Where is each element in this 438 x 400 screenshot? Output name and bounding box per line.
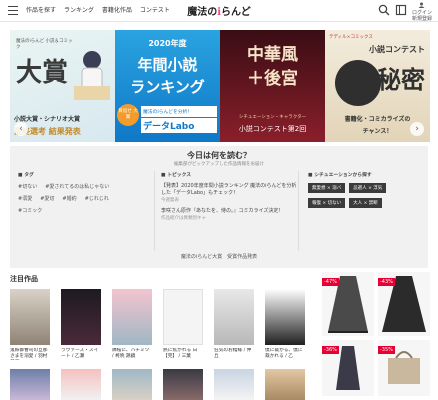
banner-award-illustration	[74, 51, 110, 100]
register-label: 新規登録	[411, 16, 432, 22]
tag-link[interactable]: #婚約	[62, 195, 76, 202]
work-cover	[10, 289, 50, 345]
tag-link[interactable]: #切ない	[18, 183, 37, 190]
banner-chinese-sub: ＋後宮	[247, 69, 298, 89]
login-link[interactable]: ログイン 新規登録	[412, 2, 432, 22]
work-cover	[10, 369, 50, 400]
work-card[interactable]: 熱に焦がれる 日【完】 / 三葉	[163, 289, 203, 360]
discount-badge: -47%	[322, 278, 339, 286]
work-card[interactable]	[265, 369, 305, 400]
work-cover	[214, 369, 254, 400]
work-title: 熱に焦がれる 日【完】 / 三葉	[163, 348, 198, 359]
work-title: 僕に裁かる、僕に裁かれる / 乙	[265, 348, 303, 359]
work-cover	[265, 369, 305, 400]
work-title: ラヴァーズ・スイート / 乙瀬	[61, 348, 99, 359]
situations-column: ■ シチュエーションから探す 無愛想 × 溺バ 忌避人 × 浮気 報復 × 切ない…	[304, 171, 424, 251]
topic-date: 作品紹介は異類別キャ	[161, 216, 206, 221]
ad-item[interactable]: -43%	[378, 272, 430, 336]
work-card[interactable]: 鬼嫁御曹司の旦那さまを溺愛 / 羽村美海	[10, 289, 50, 360]
tag-link[interactable]: #愛されてるのは私じゃない	[45, 183, 109, 190]
carousel-next-button[interactable]: ›	[410, 122, 424, 136]
featured-works-grid: 鬼嫁御曹司の旦那さまを溺愛 / 羽村美海 ラヴァーズ・スイート / 乙瀬 隣桜に…	[10, 289, 310, 400]
site-logo[interactable]: 魔法のiらんど	[0, 3, 438, 18]
tag-link[interactable]: #コミック	[18, 207, 42, 214]
banner-ranking-badge: 目指せ 大賞	[117, 104, 139, 126]
topic-text: 【発表】2020年度年間小説ランキング 魔法のiらんどを分析した「データLabo…	[161, 183, 297, 196]
work-card[interactable]	[214, 369, 254, 400]
work-cover	[265, 289, 305, 345]
banner-chinese-line2: シチュエーション・キャラクター	[238, 115, 307, 120]
bookshelf-icon[interactable]	[395, 4, 407, 16]
banner-chinese-title: 中華風	[247, 45, 298, 65]
tag-link[interactable]: #愛切	[40, 195, 54, 202]
work-card[interactable]	[163, 369, 203, 400]
banner-annual-ranking[interactable]: 2020年度 年間小説 ランキング 目指せ 大賞 魔法のiらんどを分析！ データ…	[115, 30, 220, 142]
banner-award-top: 魔法のiらんど 小説＆コミック	[16, 39, 73, 50]
situation-chip[interactable]: 忌避人 × 浮気	[349, 183, 387, 193]
situation-chip[interactable]: 無愛想 × 溺バ	[308, 183, 346, 193]
work-title: 狂気のお稽様 / 仲丘	[214, 348, 252, 359]
topic-item[interactable]: 【発表】2020年度年間小説ランキング 魔法のiらんどを分析した「データLabo…	[161, 183, 298, 204]
today-title: 今日は何を読む？	[187, 151, 251, 160]
tag-link[interactable]: #溺愛	[18, 195, 32, 202]
banner-carousel: 魔法のiらんど 小説＆コミック 大賞 小説大賞・シナリオ大賞 最終選考 結果発表…	[0, 30, 438, 142]
work-cover	[61, 289, 101, 345]
work-cover	[112, 369, 152, 400]
ad-item[interactable]: -47%	[322, 272, 374, 336]
banner-chinese-line3: 小説コンテスト第2回	[238, 125, 307, 133]
today-panel: 今日は何を読む？ 編集部がピックアップした作品情報をお届け ■ タグ #切ない #…	[10, 146, 428, 268]
work-cover	[61, 369, 101, 400]
tags-heading: ■ タグ	[18, 173, 34, 178]
logo-text-tail: らんど	[221, 7, 251, 18]
carousel-prev-button[interactable]: ‹	[14, 122, 28, 136]
work-card[interactable]: 隣桜に、ハチミツ / 柊暁 鶏鏡	[112, 289, 152, 360]
banner-secret-title: 秘密	[377, 65, 425, 94]
work-cover	[163, 369, 203, 400]
banner-chinese-contest[interactable]: 中華風 ＋後宮 シチュエーション・キャラクター 小説コンテスト第2回	[220, 30, 325, 142]
site-header: 作品を探す ランキング 書籍化作品 コンテスト 魔法のiらんど ログイン 新規登…	[0, 0, 438, 22]
today-subtitle: 編集部がピックアップした作品情報をお届け	[174, 162, 264, 167]
topic-text: 李咲さん原作『あなたを、侍の。』コミカライズ決定！	[161, 208, 284, 214]
work-title: 隣桜に、ハチミツ / 柊暁 鶏鏡	[112, 348, 150, 359]
banner-ranking-sub: ランキング	[130, 78, 205, 96]
banner-award-title: 大賞	[16, 58, 69, 88]
banner-ranking-tag: 魔法のiらんどを分析！	[141, 106, 217, 117]
section-title: 注目作品	[10, 275, 38, 283]
situations-heading: ■ シチュエーションから探す	[308, 173, 372, 178]
topic-item[interactable]: 李咲さん原作『あなたを、侍の。』コミカライズ決定！ 作品紹介は異類別キャ	[161, 208, 298, 222]
ad-panel: -47% -43% -36% -35%	[322, 272, 430, 400]
discount-badge: -43%	[378, 278, 395, 286]
search-icon[interactable]	[378, 4, 390, 16]
ad-item[interactable]: -36%	[322, 340, 374, 396]
work-cover	[163, 289, 203, 345]
work-card[interactable]	[61, 369, 101, 400]
discount-badge: -35%	[378, 346, 395, 354]
work-title: 鬼嫁御曹司の旦那さまを溺愛 / 羽村美海	[10, 348, 48, 359]
work-card[interactable]: ラヴァーズ・スイート / 乙瀬	[61, 289, 101, 360]
banner-secret-top: テディル×コミックス	[329, 35, 373, 40]
topics-column: ■ トピックス 【発表】2020年度年間小説ランキング 魔法のiらんどを分析した…	[154, 171, 299, 251]
banner-ranking-year: 2020年度	[148, 39, 187, 48]
situation-chip[interactable]: 大人 × 禁断	[349, 198, 382, 208]
topic-date: 今週発表	[161, 198, 179, 203]
work-card[interactable]: 狂気のお稽様 / 仲丘	[214, 289, 254, 360]
work-cover	[112, 289, 152, 345]
award-results-link[interactable]: 魔法のiらんど大賞 受賞作品発表	[10, 253, 428, 260]
work-card[interactable]	[10, 369, 50, 400]
situation-chip[interactable]: 報復 × 切ない	[308, 198, 346, 208]
banner-ranking-datalabo: データLabo	[141, 118, 217, 133]
topics-heading: ■ トピックス	[161, 173, 192, 178]
tags-column: ■ タグ #切ない #愛されてるのは私じゃない #溺愛 #愛切 #婚約 #じれじれ #コ…	[18, 171, 148, 251]
work-card[interactable]: 僕に裁かる、僕に裁かれる / 乙	[265, 289, 305, 360]
work-card[interactable]	[112, 369, 152, 400]
logo-text: 魔法の	[187, 7, 218, 18]
ad-item[interactable]: -35%	[378, 340, 430, 396]
user-icon	[418, 2, 425, 8]
banner-secret-label: 小説コンテスト	[369, 45, 425, 54]
banner-ranking-title: 年間小説	[137, 56, 198, 74]
tag-link[interactable]: #じれじれ	[85, 195, 109, 202]
work-cover	[214, 289, 254, 345]
discount-badge: -36%	[322, 346, 339, 354]
